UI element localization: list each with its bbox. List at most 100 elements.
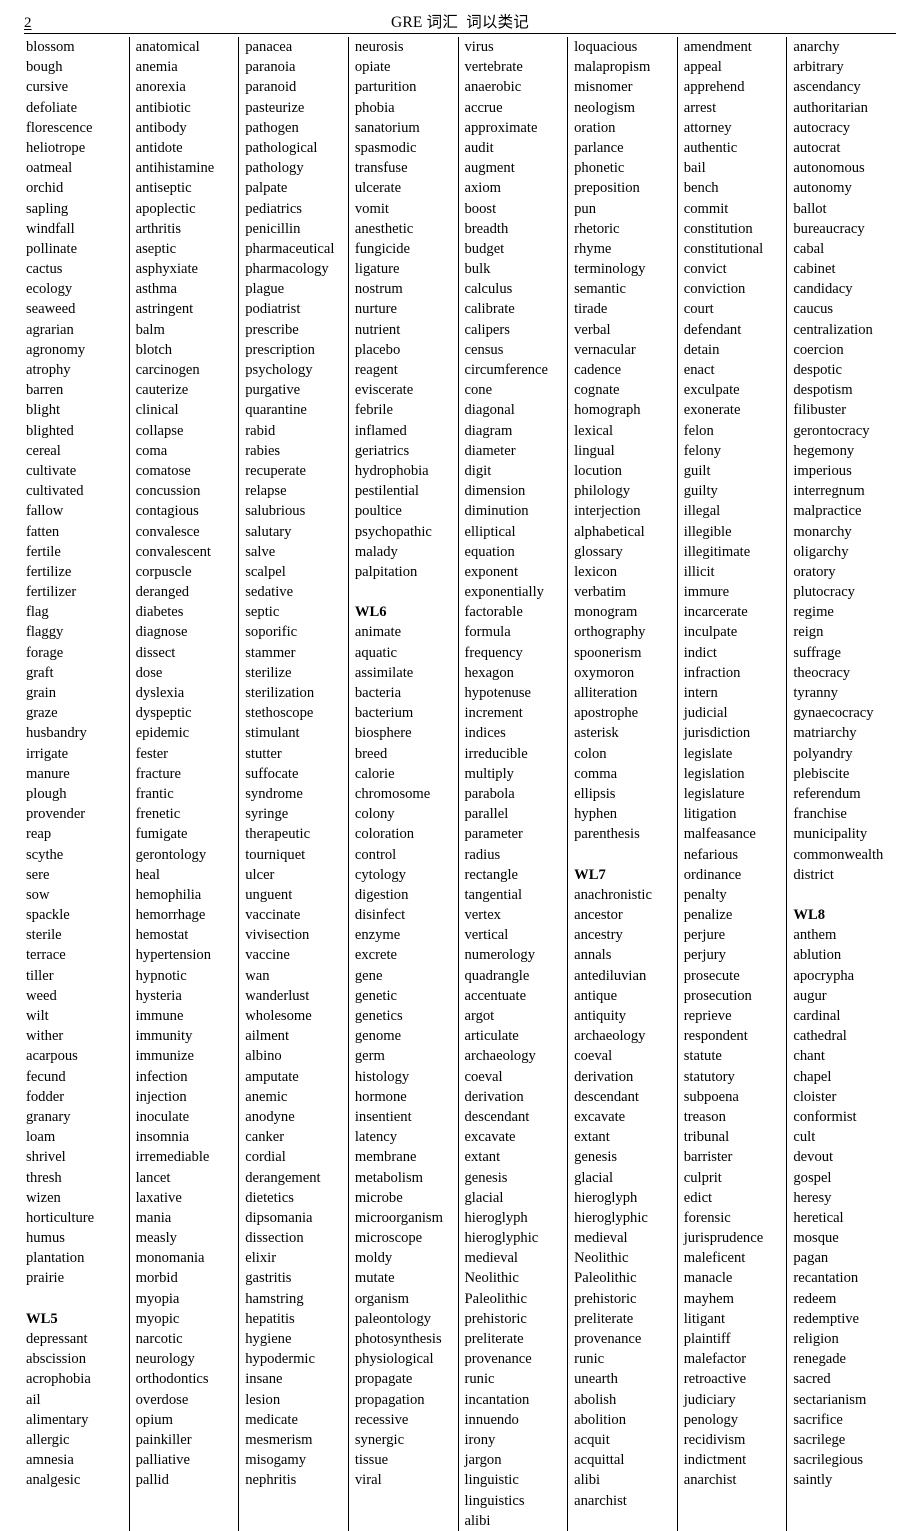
vocabulary-word: hemostat bbox=[135, 927, 189, 944]
vocabulary-word: narcotic bbox=[135, 1331, 183, 1347]
vocabulary-word: weed bbox=[26, 987, 57, 1004]
vocabulary-word: therapeutic bbox=[245, 826, 311, 843]
vocabulary-word: preliterate bbox=[464, 1331, 524, 1347]
vocabulary-word: dimension bbox=[464, 483, 526, 500]
vocabulary-word: Neolithic bbox=[574, 1250, 629, 1267]
vocabulary-word: pallid bbox=[135, 1472, 169, 1489]
vocabulary-word: orchid bbox=[26, 180, 64, 197]
vocabulary-word: verbal bbox=[574, 321, 611, 338]
vocabulary-word: latency bbox=[354, 1129, 398, 1146]
vocabulary-word: sow bbox=[26, 886, 50, 903]
vocabulary-word: numerology bbox=[464, 947, 536, 964]
vocabulary-word: diminution bbox=[464, 503, 529, 520]
vocabulary-word: parenthesis bbox=[574, 826, 640, 843]
vocabulary-word: unearth bbox=[574, 1371, 618, 1388]
vocabulary-word: conformist bbox=[793, 1108, 857, 1125]
vocabulary-word: sedative bbox=[245, 584, 294, 601]
vocabulary-word: ascendancy bbox=[793, 79, 861, 96]
vocabulary-word: extant bbox=[464, 1149, 501, 1166]
vocabulary-word: recessive bbox=[354, 1411, 409, 1428]
vocabulary-word: cultivate bbox=[26, 462, 77, 479]
vocabulary-word: jurisprudence bbox=[683, 1230, 764, 1247]
vocabulary-word: abolition bbox=[574, 1411, 627, 1428]
vocabulary-word: ligature bbox=[354, 261, 400, 278]
vocabulary-word: gastritis bbox=[245, 1270, 292, 1287]
vocabulary-word: medieval bbox=[464, 1250, 519, 1267]
vocabulary-word: irremediable bbox=[135, 1149, 210, 1166]
vocabulary-word: myopia bbox=[135, 1290, 180, 1307]
vocabulary-word: cultivated bbox=[26, 483, 84, 500]
vocabulary-word: sapling bbox=[26, 200, 69, 217]
vocabulary-word: insomnia bbox=[135, 1129, 190, 1146]
vocabulary-word: irrigate bbox=[26, 745, 69, 762]
vocabulary-word: hemorrhage bbox=[135, 907, 206, 924]
vocabulary-word: edict bbox=[683, 1189, 713, 1206]
vocabulary-word: commit bbox=[683, 200, 729, 217]
vocabulary-word: religion bbox=[793, 1331, 839, 1347]
vocabulary-word: legislate bbox=[683, 745, 733, 762]
vocabulary-word: fodder bbox=[26, 1088, 65, 1105]
vocabulary-word: blight bbox=[26, 402, 61, 419]
vocabulary-word: rectangle bbox=[464, 866, 518, 883]
vocabulary-word: derangement bbox=[245, 1169, 321, 1186]
vocabulary-word: panacea bbox=[245, 39, 293, 55]
vocabulary-word: amputate bbox=[245, 1068, 299, 1085]
vocabulary-word: wanderlust bbox=[245, 987, 310, 1004]
vocabulary-word: factorable bbox=[464, 604, 523, 621]
vocabulary-word: allergic bbox=[26, 1431, 70, 1448]
column-5: virus vertebrate anaerobic accrue approximat… bbox=[457, 37, 568, 1531]
vocabulary-word: ancestor bbox=[574, 907, 623, 924]
vocabulary-word: comma bbox=[574, 765, 618, 782]
vocabulary-word: canker bbox=[245, 1129, 285, 1146]
vocabulary-word: chant bbox=[793, 1048, 825, 1065]
vocabulary-word: enzyme bbox=[354, 927, 401, 944]
vocabulary-word: pathogen bbox=[245, 119, 299, 136]
vocabulary-word: prehistoric bbox=[574, 1290, 637, 1307]
vocabulary-word: pathology bbox=[245, 160, 304, 177]
vocabulary-word: digit bbox=[464, 462, 492, 479]
vocabulary-word: diagnose bbox=[135, 624, 188, 641]
vocabulary-word: wilt bbox=[26, 1008, 49, 1024]
word-list-section-header: WL8 bbox=[793, 907, 825, 924]
vocabulary-word: opiate bbox=[354, 59, 391, 76]
vocabulary-word: agrarian bbox=[26, 321, 74, 338]
vocabulary-word: convalescent bbox=[135, 543, 211, 560]
vocabulary-word: imperious bbox=[793, 462, 852, 479]
vocabulary-word: commonwealth bbox=[793, 846, 884, 863]
vocabulary-word: parameter bbox=[464, 826, 523, 843]
vocabulary-word: culprit bbox=[683, 1169, 722, 1186]
vocabulary-word: malfeasance bbox=[683, 826, 756, 843]
vocabulary-word: spasmodic bbox=[354, 139, 417, 156]
vocabulary-word: cathedral bbox=[793, 1028, 847, 1045]
vocabulary-word: microbe bbox=[354, 1189, 403, 1206]
vocabulary-word: attorney bbox=[683, 119, 732, 136]
vocabulary-word: Paleolithic bbox=[574, 1270, 637, 1287]
vocabulary-word: deranged bbox=[135, 584, 190, 601]
vocabulary-word: poultice bbox=[354, 503, 402, 520]
vocabulary-word: derivation bbox=[464, 1088, 524, 1105]
vocabulary-word: quarantine bbox=[245, 402, 307, 419]
vocabulary-word: colon bbox=[574, 745, 607, 762]
vocabulary-word: descendant bbox=[574, 1088, 639, 1105]
vocabulary-word: oration bbox=[574, 119, 616, 136]
vocabulary-word: grain bbox=[26, 685, 56, 701]
vocabulary-word: inoculate bbox=[135, 1108, 190, 1125]
vocabulary-word: indict bbox=[683, 644, 717, 661]
vocabulary-word: hegemony bbox=[793, 442, 855, 459]
vocabulary-word: nephritis bbox=[245, 1472, 297, 1489]
vocabulary-word: ailment bbox=[245, 1028, 290, 1045]
vocabulary-word: recantation bbox=[793, 1270, 859, 1287]
vocabulary-word: tangential bbox=[464, 886, 523, 903]
vocabulary-word: antediluvian bbox=[574, 967, 647, 984]
vocabulary-word: frantic bbox=[135, 785, 174, 802]
vocabulary-word: ablution bbox=[793, 947, 842, 964]
vocabulary-word: malapropism bbox=[574, 59, 651, 76]
vocabulary-word: opium bbox=[135, 1411, 173, 1428]
vocabulary-word: authentic bbox=[683, 139, 738, 156]
vocabulary-word: district bbox=[793, 866, 834, 883]
vocabulary-word: recidivism bbox=[683, 1431, 746, 1448]
vocabulary-word: lesion bbox=[245, 1391, 281, 1408]
vocabulary-word: graze bbox=[26, 705, 58, 722]
vocabulary-word: incantation bbox=[464, 1391, 530, 1408]
vocabulary-word: felon bbox=[683, 422, 714, 439]
